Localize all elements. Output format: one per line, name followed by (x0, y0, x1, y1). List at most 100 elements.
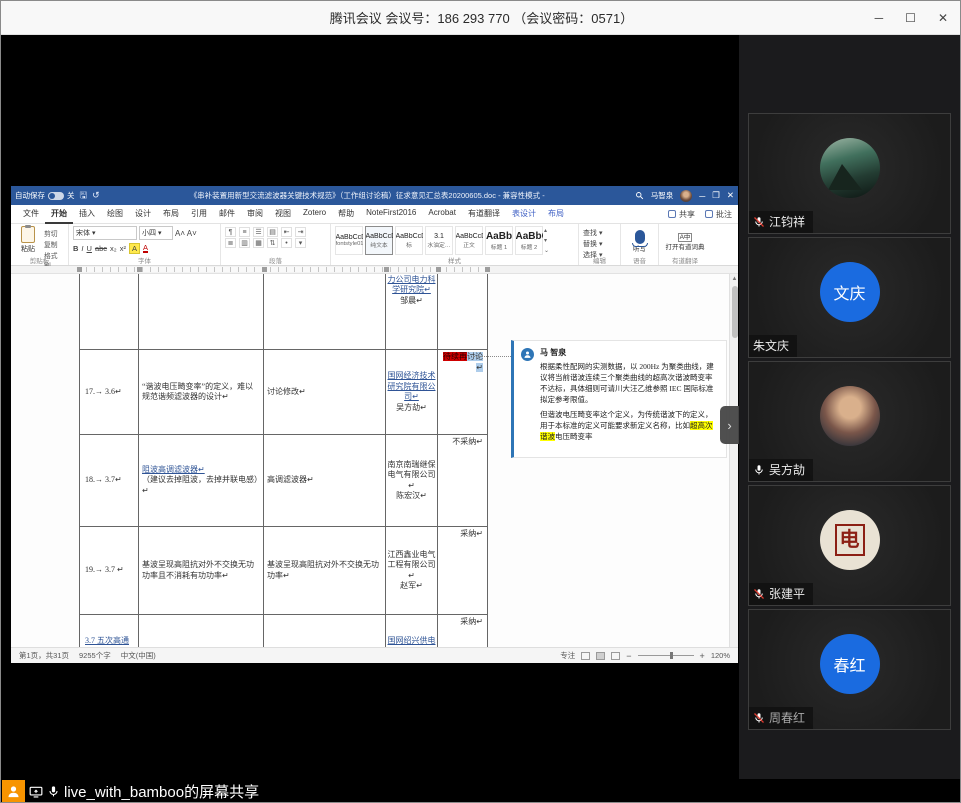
table-row[interactable]: 3.7 五次高通滤波器国网绍兴供电公司↵采纳↵ (79, 615, 488, 647)
table-cell[interactable]: 16.→ 3.6 (79, 274, 139, 349)
tab-邮件[interactable]: 邮件 (213, 205, 241, 224)
table-cell[interactable]: 3.7 五次高通滤波器 (79, 615, 139, 647)
paragraph-format-button[interactable]: • (281, 238, 292, 248)
undo-icon[interactable]: ↺ (92, 190, 100, 201)
paste-button[interactable]: 粘贴 (15, 226, 41, 254)
table-cell[interactable]: 19.→ 3.7 ↵ (79, 527, 139, 614)
font-format-button[interactable]: A (129, 243, 140, 254)
paragraph-format-button[interactable]: ≣ (225, 238, 236, 248)
scrollbar-thumb[interactable] (732, 286, 738, 338)
paragraph-format-button[interactable]: ▥ (239, 238, 250, 248)
word-restore-button[interactable]: ❐ (712, 190, 720, 201)
tab-文件[interactable]: 文件 (17, 205, 45, 224)
participant-tile[interactable]: 吴方劼 (748, 361, 951, 482)
vertical-scrollbar[interactable]: ▲ (729, 274, 738, 647)
clipboard-item[interactable]: 剪切 (44, 228, 64, 238)
paragraph-format-button[interactable]: ⇤ (281, 227, 292, 237)
participant-tile[interactable]: 文庆朱文庆 (748, 237, 951, 358)
style-item[interactable]: AaBbC标题 2 (515, 226, 543, 255)
zoom-in-button[interactable]: + (700, 651, 705, 661)
youdao-dict-button[interactable]: A中 打开有道词典 (663, 226, 707, 255)
font-format-button[interactable]: abc (95, 244, 107, 253)
table-row[interactable]: 16.→ 3.6D1↵U1↵国网江西省电力公司电力科学研究院↵邹晨↵ (79, 274, 488, 350)
editing-item[interactable]: 查找 ▾ (583, 228, 616, 238)
table-cell[interactable]: 南京南瑞继保电气有限公司↵陈宏汉↵ (386, 435, 438, 526)
tab-Acrobat[interactable]: Acrobat (422, 205, 462, 224)
paragraph-format-button[interactable]: ☰ (253, 227, 264, 237)
share-button[interactable]: 共享 (668, 209, 695, 220)
word-count[interactable]: 9255个字 (79, 650, 111, 661)
ruler-column-marker[interactable] (137, 267, 142, 272)
font-format-button[interactable]: U (87, 244, 92, 253)
participant-tile[interactable]: 春红周春红 (748, 609, 951, 730)
table-cell[interactable]: 18.→ 3.7↵ (79, 435, 139, 526)
scroll-up-arrow[interactable]: ▲ (730, 274, 738, 284)
font-format-button[interactable]: B (73, 244, 78, 253)
style-item[interactable]: AaBb标题 1 (485, 226, 513, 255)
tab-引用[interactable]: 引用 (185, 205, 213, 224)
table-cell[interactable]: 国网绍兴供电公司↵ (386, 615, 438, 647)
font-format-button[interactable]: I (81, 244, 83, 253)
ruler-column-marker[interactable] (262, 267, 267, 272)
font-format-button[interactable]: x² (120, 244, 126, 253)
word-close-button[interactable]: ✕ (727, 190, 734, 201)
table-cell[interactable] (438, 274, 488, 349)
table-cell[interactable]: 17.→ 3.6↵ (79, 350, 139, 434)
maximize-button[interactable]: ☐ (905, 11, 916, 25)
tab-NoteFirst2016[interactable]: NoteFirst2016 (360, 205, 422, 224)
participant-tile[interactable]: 江钧祥 (748, 113, 951, 234)
table-cell[interactable] (139, 615, 264, 647)
panel-collapse-handle[interactable]: › (720, 406, 739, 444)
table-cell[interactable] (264, 615, 386, 647)
table-cell[interactable]: 不采纳↵ (438, 435, 488, 526)
tab-视图[interactable]: 视图 (269, 205, 297, 224)
table-cell[interactable]: 基波呈现高阻抗对外不交换无功功率且不消耗有功功率↵ (139, 527, 264, 614)
tab-开始[interactable]: 开始 (45, 205, 73, 224)
editing-item[interactable]: 替换 ▾ (583, 239, 616, 249)
font-name-select[interactable]: 宋体▾ (73, 226, 137, 240)
style-item[interactable]: 3.1水油定… (425, 226, 453, 255)
style-item[interactable]: AaBbCcDdI正文 (455, 226, 483, 255)
tab-布局[interactable]: 布局 (157, 205, 185, 224)
table-cell[interactable]: U1↵ (264, 274, 386, 349)
ruler-column-marker[interactable] (384, 267, 389, 272)
document-page[interactable]: 16.→ 3.6D1↵U1↵国网江西省电力公司电力科学研究院↵邹晨↵17.→ 3… (79, 274, 488, 647)
paragraph-format-button[interactable]: ¶ (225, 227, 236, 237)
save-icon[interactable]: 🖫 (80, 188, 88, 204)
table-row[interactable]: 18.→ 3.7↵阻波高调滤波器↵（建议去掉阻波，去掉并联电感）↵高调滤波器↵南… (79, 435, 488, 527)
read-mode-icon[interactable] (581, 652, 590, 660)
zoom-slider[interactable] (638, 655, 694, 656)
table-cell[interactable]: D1↵ (139, 274, 264, 349)
table-cell[interactable]: 基波呈现高阻抗对外不交换无功功率↵ (264, 527, 386, 614)
table-cell[interactable]: 江西鑫业电气工程有限公司↵赵军↵ (386, 527, 438, 614)
tab-插入[interactable]: 插入 (73, 205, 101, 224)
horizontal-ruler[interactable] (11, 266, 738, 274)
word-minimize-button[interactable]: ─ (699, 191, 705, 201)
table-cell[interactable]: 国网经济技术研究院有限公司↵吴方劼↵ (386, 350, 438, 434)
ruler-column-marker[interactable] (485, 267, 490, 272)
paragraph-format-button[interactable]: ▤ (267, 227, 278, 237)
page-indicator[interactable]: 第1页，共31页 (19, 650, 69, 661)
search-icon[interactable] (635, 191, 644, 200)
table-cell[interactable]: 高调滤波器↵ (264, 435, 386, 526)
paragraph-format-button[interactable]: ▦ (253, 238, 264, 248)
focus-mode-label[interactable]: 专注 (560, 650, 575, 661)
font-format-button[interactable]: x₂ (110, 244, 117, 253)
zoom-level[interactable]: 120% (711, 651, 730, 660)
table-cell[interactable]: “谐波电压畸变率”的定义，难以规范谐频滤波器的设计↵ (139, 350, 264, 434)
ruler-column-marker[interactable] (436, 267, 441, 272)
font-size-select[interactable]: 小四▾ (139, 226, 173, 240)
participant-tile[interactable]: 电张建平 (748, 485, 951, 606)
font-format-button[interactable]: A (143, 244, 148, 253)
print-layout-icon[interactable] (596, 652, 605, 660)
language-indicator[interactable]: 中文(中国) (121, 650, 156, 661)
table-cell[interactable]: 待续再讨论↵ (438, 350, 488, 434)
tab-审阅[interactable]: 审阅 (241, 205, 269, 224)
paragraph-format-button[interactable]: ≡ (239, 227, 250, 237)
comment-card[interactable]: 马 智泉 根据柔性配网的实测数据，以 200Hz 为聚类曲线，建议将当前谐波连续… (511, 340, 727, 458)
style-gallery-arrows[interactable]: ▴▾⌄ (543, 226, 550, 255)
close-button[interactable]: ✕ (938, 11, 948, 25)
tab-绘图[interactable]: 绘图 (101, 205, 129, 224)
tab-设计[interactable]: 设计 (129, 205, 157, 224)
style-item[interactable]: AaBbCcDd标 (395, 226, 423, 255)
